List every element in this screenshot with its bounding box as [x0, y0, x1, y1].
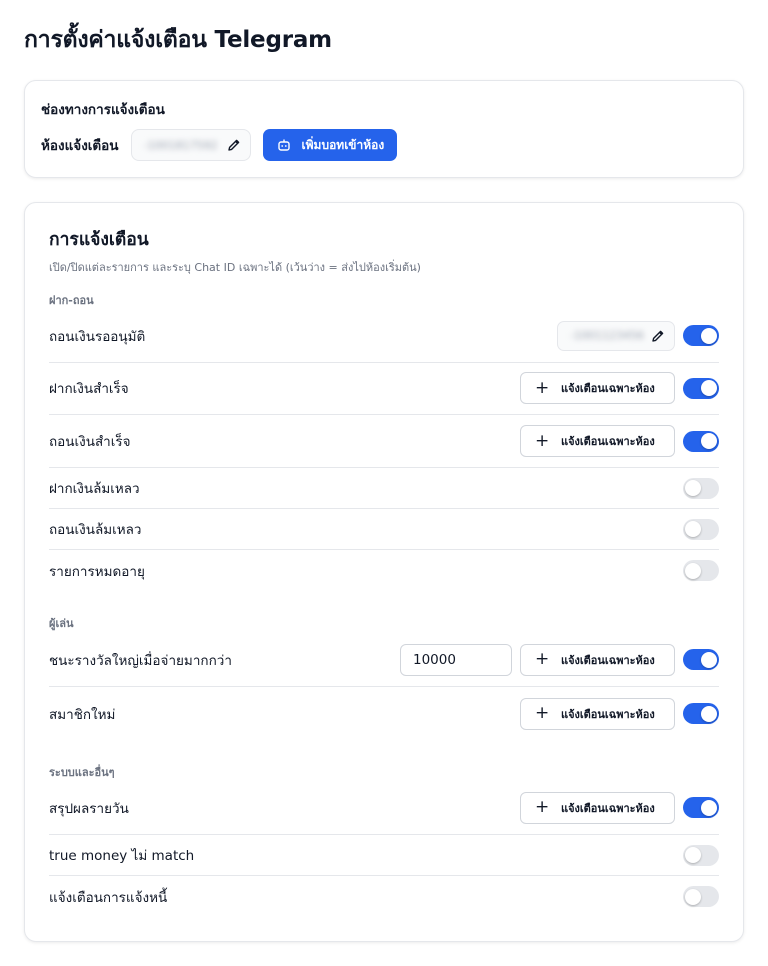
row-controls: -1001123456: [557, 320, 719, 351]
row-controls: + แจ้งเตือนเฉพาะห้อง: [520, 791, 719, 824]
notifications-title: การแจ้งเตือน: [49, 230, 149, 250]
notification-label: สมาชิกใหม่: [49, 706, 116, 723]
room-specific-notify-button[interactable]: + แจ้งเตือนเฉพาะห้อง: [520, 791, 675, 824]
section-label: ระบบและอื่นๆ: [49, 766, 115, 779]
room-specific-notify-button[interactable]: + แจ้งเตือนเฉพาะห้อง: [520, 372, 675, 404]
plus-icon: +: [535, 703, 550, 723]
notifications-subtitle: เปิด/ปิดแต่ละรายการ และระบุ Chat ID เฉพา…: [49, 261, 421, 274]
notification-row: ถอนเงินล้มเหลว: [49, 509, 719, 550]
toggle-knob: [685, 521, 701, 537]
notification-row: ถอนเงินรออนุมัติ -1001123456: [49, 309, 719, 363]
add-bot-to-room-button[interactable]: เพิ่มบอทเข้าห้อง: [262, 129, 398, 161]
toggle-knob: [701, 380, 717, 396]
notification-label: ถอนเงินสำเร็จ: [49, 434, 131, 450]
toggle-knob: [701, 433, 717, 449]
row-controls: + แจ้งเตือนเฉพาะห้อง: [520, 372, 719, 404]
enable-toggle[interactable]: [683, 886, 719, 907]
row-controls: + แจ้งเตือนเฉพาะห้อง: [520, 697, 719, 730]
pencil-icon[interactable]: [650, 328, 666, 344]
notification-row: แจ้งเตือนการแจ้งหนี้: [49, 876, 719, 917]
notifications-card: การแจ้งเตือน เปิด/ปิดแต่ละรายการ และระบุ…: [24, 202, 744, 942]
room-specific-notify-label: แจ้งเตือนเฉพาะห้อง: [561, 653, 655, 667]
toggle-knob: [685, 480, 701, 496]
notification-label: แจ้งเตือนการแจ้งหนี้: [49, 889, 168, 906]
room-specific-notify-button[interactable]: + แจ้งเตือนเฉพาะห้อง: [520, 425, 675, 457]
row-controls: + แจ้งเตือนเฉพาะห้อง: [400, 643, 719, 676]
row-controls: [683, 844, 719, 866]
room-specific-notify-button[interactable]: + แจ้งเตือนเฉพาะห้อง: [520, 643, 675, 676]
enable-toggle[interactable]: [683, 430, 719, 452]
row-controls: + แจ้งเตือนเฉพาะห้อง: [520, 425, 719, 457]
section-label: ฝาก-ถอน: [49, 294, 94, 307]
toggle-knob: [685, 888, 701, 905]
plus-icon: +: [535, 649, 550, 669]
channel-section-title: ช่องทางการแจ้งเตือน: [41, 102, 165, 118]
notification-row: รายการหมดอายุ: [49, 550, 719, 591]
enable-toggle[interactable]: [683, 649, 719, 670]
toggle-knob: [685, 847, 701, 863]
pencil-icon[interactable]: [226, 137, 242, 153]
notification-label: true money ไม่ match: [49, 848, 195, 864]
room-specific-notify-label: แจ้งเตือนเฉพาะห้อง: [561, 435, 655, 448]
room-chat-id-value: -1001817592: [143, 138, 218, 152]
notification-row: ชนะรางวัลใหญ่เมื่อจ่ายมากกว่า + แจ้งเตือ…: [49, 633, 719, 687]
notification-label: ฝากเงินล้มเหลว: [49, 481, 140, 497]
toggle-knob: [701, 327, 717, 344]
notification-row: true money ไม่ match: [49, 835, 719, 876]
page-title: การตั้งค่าแจ้งเตือน Telegram: [24, 27, 332, 53]
jackpot-amount-input[interactable]: [400, 643, 512, 676]
channel-room-row: ห้องแจ้งเตือน -1001817592 เพิ่มบอทเข้าห้…: [41, 129, 398, 161]
room-label: ห้องแจ้งเตือน: [41, 138, 119, 154]
toggle-knob: [701, 651, 717, 668]
notification-label: ชนะรางวัลใหญ่เมื่อจ่ายมากกว่า: [49, 652, 232, 669]
row-controls: [683, 886, 719, 907]
room-specific-notify-label: แจ้งเตือนเฉพาะห้อง: [561, 801, 655, 815]
notification-label: ฝากเงินสำเร็จ: [49, 381, 129, 397]
enable-toggle[interactable]: [683, 477, 719, 499]
notification-row: ฝากเงินล้มเหลว: [49, 468, 719, 509]
notification-row: สมาชิกใหม่ + แจ้งเตือนเฉพาะห้อง: [49, 687, 719, 740]
notification-label: ถอนเงินล้มเหลว: [49, 522, 142, 538]
section-label: ผู้เล่น: [49, 617, 74, 630]
enable-toggle[interactable]: [683, 325, 719, 346]
plus-icon: +: [535, 797, 550, 817]
notification-label: ถอนเงินรออนุมัติ: [49, 328, 146, 345]
row-controls: [683, 477, 719, 499]
enable-toggle[interactable]: [683, 377, 719, 399]
enable-toggle[interactable]: [683, 560, 719, 581]
bot-icon: [276, 137, 292, 153]
notification-label: สรุปผลรายวัน: [49, 800, 129, 817]
enable-toggle[interactable]: [683, 797, 719, 818]
row-controls: [683, 518, 719, 540]
plus-icon: +: [535, 377, 550, 398]
enable-toggle[interactable]: [683, 518, 719, 540]
room-chat-id-field[interactable]: -1001817592: [130, 129, 251, 161]
plus-icon: +: [535, 430, 550, 451]
enable-toggle[interactable]: [683, 703, 719, 724]
notification-row: ถอนเงินสำเร็จ + แจ้งเตือนเฉพาะห้อง: [49, 415, 719, 468]
add-bot-label: เพิ่มบอทเข้าห้อง: [301, 137, 385, 152]
channel-card: ช่องทางการแจ้งเตือน ห้องแจ้งเตือน -10018…: [24, 80, 744, 178]
toggle-knob: [685, 562, 701, 579]
notification-row: ฝากเงินสำเร็จ + แจ้งเตือนเฉพาะห้อง: [49, 362, 719, 415]
notification-row: สรุปผลรายวัน + แจ้งเตือนเฉพาะห้อง: [49, 781, 719, 835]
chat-id-value: -1001123456: [570, 329, 644, 342]
room-specific-notify-label: แจ้งเตือนเฉพาะห้อง: [561, 707, 655, 721]
notification-label: รายการหมดอายุ: [49, 563, 145, 580]
enable-toggle[interactable]: [683, 844, 719, 866]
toggle-knob: [701, 799, 717, 816]
chat-id-field[interactable]: -1001123456: [557, 320, 675, 351]
toggle-knob: [701, 705, 717, 722]
row-controls: [683, 560, 719, 581]
room-specific-notify-button[interactable]: + แจ้งเตือนเฉพาะห้อง: [520, 697, 675, 730]
room-specific-notify-label: แจ้งเตือนเฉพาะห้อง: [561, 382, 655, 395]
